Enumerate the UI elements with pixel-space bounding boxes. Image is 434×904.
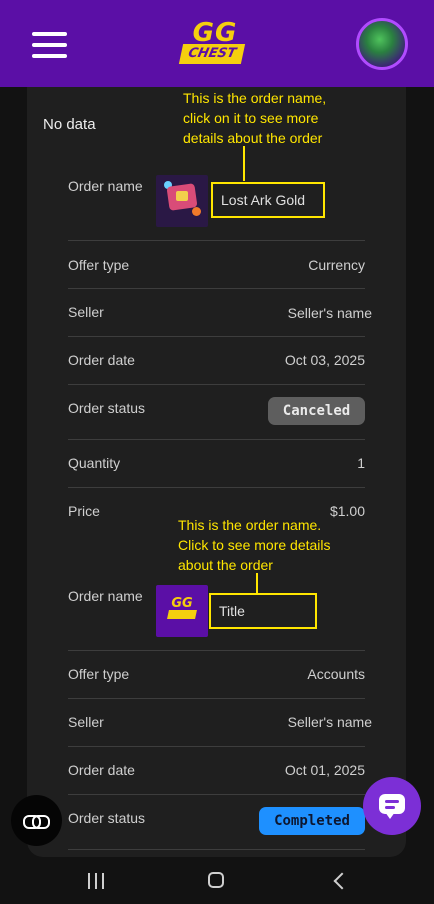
order-thumbnail[interactable]: GG <box>156 585 208 637</box>
annotation-line: details about the order <box>183 130 323 146</box>
status-badge-completed: Completed <box>259 807 365 835</box>
divider <box>68 746 365 747</box>
offer-type-value: Currency <box>308 257 365 273</box>
order-name-link[interactable]: Title <box>209 593 317 629</box>
order-name-label: Order name <box>68 588 143 604</box>
order-date-label: Order date <box>68 352 135 368</box>
no-data-text: No data <box>43 116 96 133</box>
home-icon[interactable] <box>208 872 224 888</box>
quantity-value: 1 <box>357 455 365 471</box>
order-date-value: Oct 01, 2025 <box>284 762 365 778</box>
seller-label: Seller <box>68 304 104 320</box>
recent-apps-icon[interactable] <box>88 873 106 889</box>
logo-chest-text: CHEST <box>178 44 246 64</box>
offer-type-label: Offer type <box>68 257 130 273</box>
annotation-pointer <box>243 146 245 181</box>
annotation-line: This is the order name, <box>183 90 327 106</box>
annotation-line: This is the order name. <box>178 517 322 533</box>
divider <box>68 794 365 795</box>
order-date-label: Order date <box>68 762 135 778</box>
divider <box>68 439 365 440</box>
price-value: $1.00 <box>329 503 365 519</box>
seller-label: Seller <box>68 714 104 730</box>
order-status-label: Order status <box>68 810 146 826</box>
annotation-order-name-1: This is the order name, click on it to s… <box>183 88 326 148</box>
annotation-line: about the order <box>178 557 273 573</box>
link-icon[interactable] <box>11 795 62 846</box>
divider <box>68 336 365 337</box>
divider <box>68 384 365 385</box>
order-name-link[interactable]: Lost Ark Gold <box>211 182 325 218</box>
seller-value: Seller's name <box>287 714 372 730</box>
annotation-line: click on it to see more <box>183 110 319 126</box>
logo-gg-text: GG <box>192 18 238 48</box>
offer-type-label: Offer type <box>68 666 130 682</box>
top-app-bar: GG CHEST <box>0 0 434 87</box>
divider <box>68 698 365 699</box>
user-avatar[interactable] <box>356 18 408 70</box>
divider <box>68 240 365 241</box>
price-label: Price <box>68 503 100 519</box>
seller-value: Seller's name <box>287 305 372 321</box>
chat-bubble-icon[interactable] <box>363 777 421 835</box>
system-navigation-bar <box>0 857 434 904</box>
quantity-label: Quantity <box>68 455 121 471</box>
divider <box>68 849 365 850</box>
order-date-value: Oct 03, 2025 <box>284 352 365 368</box>
annotation-line: Click to see more details <box>178 537 331 553</box>
divider <box>68 487 365 488</box>
order-name-label: Order name <box>68 178 143 194</box>
order-thumbnail[interactable] <box>156 175 208 227</box>
order-status-label: Order status <box>68 400 146 416</box>
gg-chest-logo[interactable]: GG CHEST <box>175 20 255 70</box>
divider <box>68 288 365 289</box>
annotation-pointer <box>256 573 258 594</box>
annotation-order-name-2: This is the order name. Click to see mor… <box>178 515 331 575</box>
hamburger-menu-icon[interactable] <box>32 32 67 58</box>
divider <box>68 650 365 651</box>
back-icon[interactable] <box>332 873 348 889</box>
status-badge-canceled: Canceled <box>268 397 365 425</box>
offer-type-value: Accounts <box>307 666 365 682</box>
